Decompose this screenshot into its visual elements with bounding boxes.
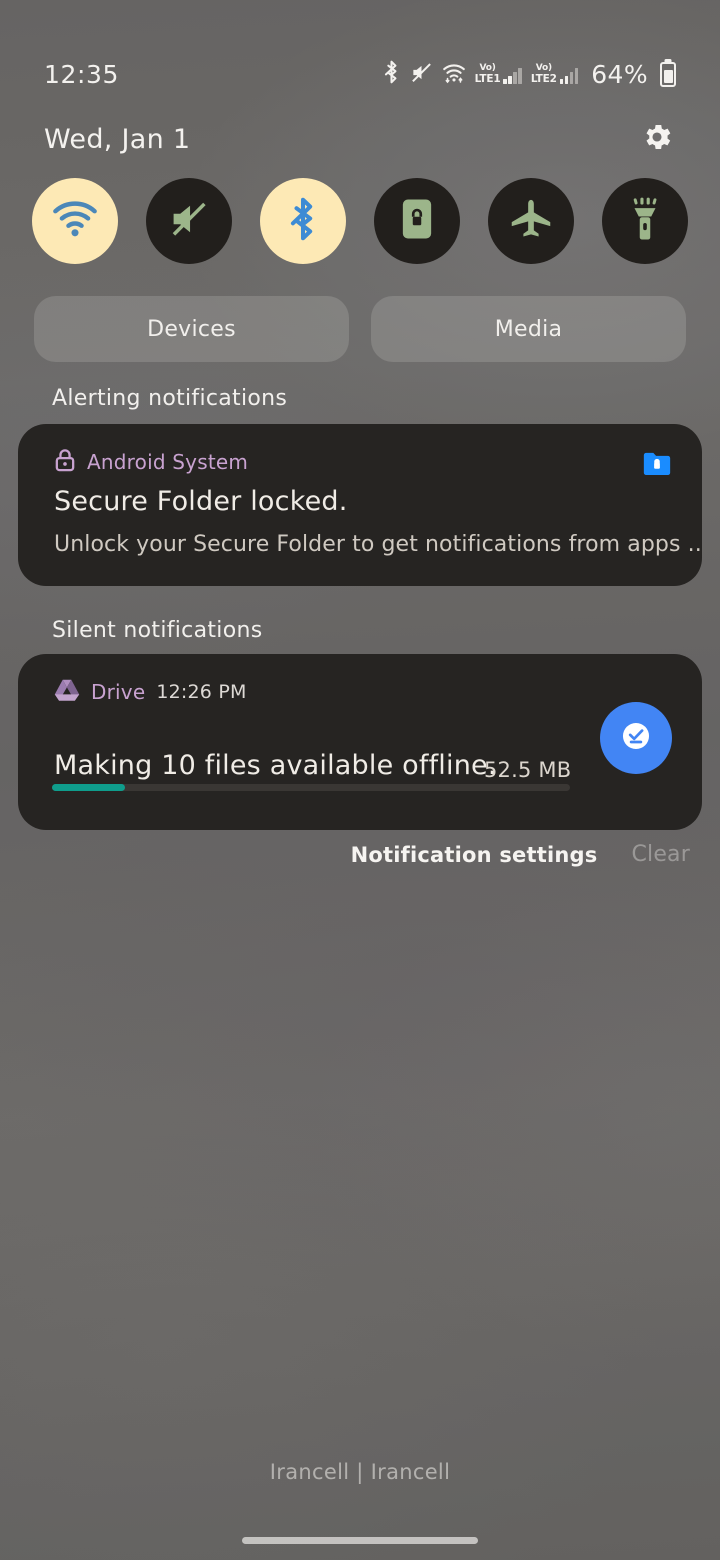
notification-secure-folder[interactable]: Android System Secure Folder locked. Unl… — [18, 424, 702, 586]
qs-tile-airplane-mode[interactable] — [488, 178, 574, 264]
devices-button[interactable]: Devices — [34, 296, 349, 362]
shade-header: Wed, Jan 1 — [0, 115, 720, 163]
signal-sim2-icon — [559, 68, 579, 85]
notification-time: 12:26 PM — [156, 681, 247, 703]
notification-footer-actions: Notification settings Clear — [351, 842, 690, 867]
notification-body: Unlock your Secure Folder to get notific… — [54, 532, 702, 557]
qs-tile-bluetooth[interactable] — [260, 178, 346, 264]
status-clock: 12:35 — [44, 59, 120, 89]
clear-button[interactable]: Clear — [631, 842, 690, 867]
rotation-lock-icon — [398, 197, 436, 245]
notification-shade: 12:35 Vo) LTE1 Vo) LTE2 64% Wed, Jan 1 D… — [0, 0, 720, 1560]
status-icon-tray: Vo) LTE1 Vo) LTE2 64% — [382, 59, 676, 89]
mute-icon — [410, 61, 433, 88]
quick-settings-pills: Devices Media — [34, 296, 686, 362]
notification-size-label: 52.5 MB — [484, 758, 572, 782]
notification-title: Making 10 files available offline. — [54, 750, 497, 781]
google-drive-icon — [54, 678, 80, 706]
media-button[interactable]: Media — [371, 296, 686, 362]
home-gesture-bar[interactable] — [242, 1537, 478, 1544]
notification-app-name: Drive — [91, 680, 146, 704]
notification-app-name: Android System — [87, 450, 249, 474]
battery-percent-label: 64% — [591, 59, 648, 89]
sim2-volte-label: Vo) — [535, 62, 552, 73]
sim1-volte-label: Vo) — [479, 62, 496, 73]
battery-icon — [660, 61, 676, 87]
secure-folder-icon — [642, 450, 672, 480]
offline-available-icon — [619, 719, 653, 757]
notification-settings-button[interactable]: Notification settings — [351, 843, 598, 867]
qs-tile-flashlight[interactable] — [602, 178, 688, 264]
bluetooth-icon — [284, 196, 322, 246]
wifi-icon — [52, 199, 98, 243]
shade-date-label: Wed, Jan 1 — [44, 123, 191, 155]
qs-tile-auto-rotate[interactable] — [374, 178, 460, 264]
volume-mute-icon — [168, 198, 210, 244]
notification-drive[interactable]: Drive 12:26 PM Making 10 files available… — [18, 654, 702, 830]
status-bar: 12:35 Vo) LTE1 Vo) LTE2 64% — [0, 52, 720, 96]
volte-sim2-icon: Vo) LTE2 — [530, 62, 579, 85]
settings-button[interactable] — [634, 116, 680, 162]
airplane-icon — [509, 197, 553, 245]
notification-title: Secure Folder locked. — [54, 486, 348, 517]
notification-app-line: Android System — [54, 448, 248, 476]
bluetooth-icon — [382, 59, 401, 89]
qs-tile-wifi[interactable] — [32, 178, 118, 264]
media-label: Media — [494, 316, 563, 342]
signal-sim1-icon — [503, 68, 522, 85]
notification-app-line: Drive 12:26 PM — [54, 678, 247, 706]
qs-tile-sound[interactable] — [146, 178, 232, 264]
drive-progress-fill — [52, 784, 125, 791]
sim2-network-label: LTE2 — [530, 72, 557, 85]
alerting-notifications-header: Alerting notifications — [52, 386, 288, 411]
wifi-icon — [442, 61, 466, 88]
drive-offline-action-button[interactable] — [600, 702, 672, 774]
lock-icon — [54, 448, 76, 476]
devices-label: Devices — [147, 316, 236, 342]
silent-notifications-header: Silent notifications — [52, 618, 263, 643]
carrier-label: Irancell | Irancell — [269, 1460, 451, 1484]
sim1-network-label: LTE1 — [474, 72, 501, 85]
quick-settings-tiles — [32, 176, 688, 266]
gear-icon — [640, 120, 674, 158]
flashlight-icon — [627, 196, 663, 246]
volte-sim1-icon: Vo) LTE1 — [474, 62, 522, 85]
drive-progress-bar — [52, 784, 570, 791]
